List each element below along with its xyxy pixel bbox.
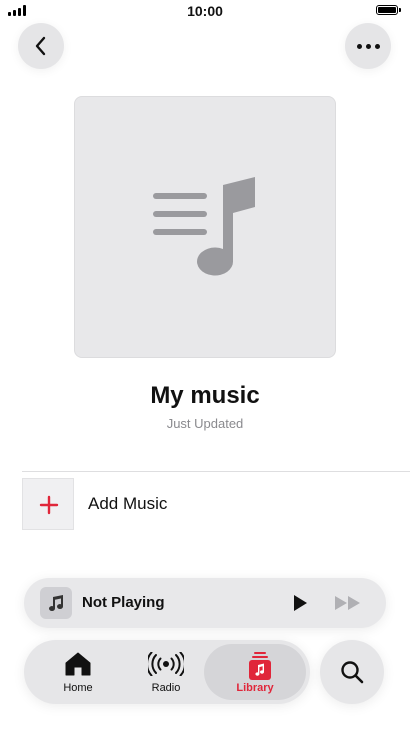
radio-icon — [148, 652, 184, 676]
mini-player[interactable]: Not Playing — [24, 578, 386, 628]
home-icon — [65, 652, 91, 676]
playlist-artwork — [74, 96, 336, 358]
plus-icon — [39, 495, 59, 515]
more-options-button[interactable] — [345, 23, 391, 69]
tab-bar: Home Radio Library — [24, 640, 310, 704]
library-icon — [249, 652, 271, 680]
status-bar: 10:00 — [0, 0, 410, 22]
playlist-subtitle: Just Updated — [166, 416, 244, 431]
fast-forward-icon[interactable] — [334, 595, 362, 611]
music-note-icon — [49, 595, 64, 612]
tab-radio[interactable]: Radio — [120, 640, 212, 704]
tab-library[interactable]: Library — [204, 640, 306, 704]
now-playing-artwork — [40, 587, 72, 619]
status-time: 10:00 — [187, 3, 223, 19]
search-icon — [341, 661, 364, 684]
back-button[interactable] — [18, 23, 64, 69]
play-icon[interactable] — [292, 594, 308, 612]
add-music-row[interactable]: Add Music — [22, 478, 410, 530]
search-button[interactable] — [320, 640, 384, 704]
add-music-label: Add Music — [88, 494, 168, 513]
add-music-tile[interactable] — [22, 478, 74, 530]
playlist-title: My music — [150, 382, 260, 409]
music-note-list-icon — [153, 177, 255, 276]
now-playing-label: Not Playing — [82, 594, 165, 611]
chevron-left-icon — [35, 36, 46, 56]
battery-icon — [376, 5, 401, 15]
tab-home[interactable]: Home — [32, 640, 124, 704]
tab-radio-label: Radio — [151, 682, 181, 694]
divider — [22, 471, 410, 472]
tab-library-label: Library — [236, 682, 274, 694]
tab-home-label: Home — [63, 682, 93, 694]
ellipsis-icon — [356, 43, 380, 49]
